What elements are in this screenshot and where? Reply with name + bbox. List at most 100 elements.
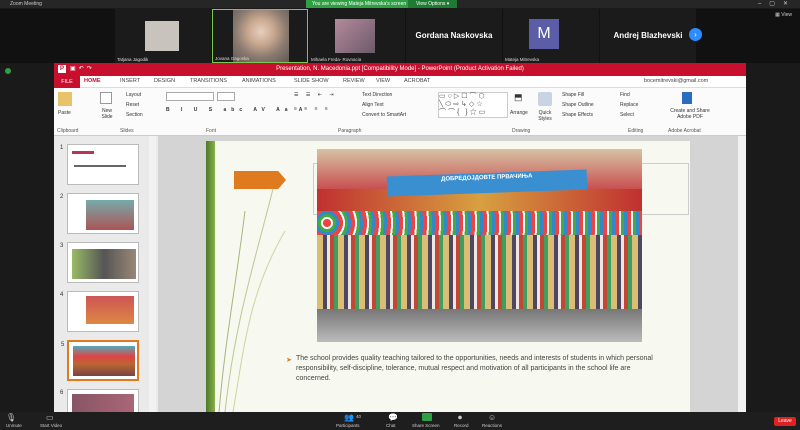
tab-animations[interactable]: ANIMATIONS: [242, 78, 276, 84]
next-page-icon[interactable]: ›: [689, 28, 702, 41]
slide-number: 1: [60, 145, 64, 151]
participants-icon: 👥: [344, 413, 354, 422]
record-button[interactable]: Record: [454, 423, 469, 428]
thumb-image: [72, 249, 136, 279]
slide-number: 2: [60, 194, 64, 200]
paste-button[interactable]: Paste: [58, 110, 71, 116]
tab-file[interactable]: FILE: [54, 76, 80, 88]
slide-thumbnail[interactable]: 4: [60, 291, 139, 332]
reactions-button[interactable]: Reactions: [482, 423, 502, 428]
participant-tile-active[interactable]: Jovana Gagoska: [212, 9, 308, 63]
powerpoint-logo-icon: P: [58, 65, 66, 73]
tab-slide-show[interactable]: SLIDE SHOW: [294, 78, 329, 84]
thumbnail-scrollbar[interactable]: [149, 136, 156, 412]
participant-tile[interactable]: Tatjana Jagodik: [115, 9, 211, 63]
powerpoint-window: Presentation, N. Macedonia.ppt [Compatib…: [54, 63, 746, 413]
slide-thumbnail[interactable]: 1: [60, 144, 139, 185]
zoom-toolbar: 🎙 Unmute ▭ Start Video 👥 40 Participants…: [0, 412, 800, 430]
slide-number: 3: [60, 243, 64, 249]
group-adobe-acrobat: Adobe Acrobat: [668, 128, 701, 134]
find-button[interactable]: Find: [620, 92, 630, 98]
ribbon-tabs: FILE HOME INSERT DESIGN TRANSITIONS ANIM…: [54, 76, 746, 88]
participant-video: [335, 19, 375, 53]
participant-name: Tatjana Jagodik: [117, 57, 149, 62]
share-screen-button[interactable]: Share Screen: [412, 423, 440, 428]
leave-button[interactable]: Leave: [774, 417, 796, 426]
group-drawing: Drawing: [512, 128, 531, 134]
arrange-button[interactable]: Arrange: [510, 110, 528, 116]
shape-outline-button[interactable]: Shape Outline: [562, 102, 594, 108]
text-direction-button[interactable]: Text Direction: [362, 92, 392, 98]
shape-fill-button[interactable]: Shape Fill: [562, 92, 584, 98]
ribbon: Paste Clipboard New Slide Layout Reset S…: [54, 88, 746, 136]
participant-tile[interactable]: Andrej Blazhevski: [600, 9, 696, 63]
reset-button[interactable]: Reset: [126, 102, 139, 108]
tab-view[interactable]: VIEW: [376, 78, 390, 84]
participant-video: [145, 21, 179, 51]
align-text-button[interactable]: Align Text: [362, 102, 384, 108]
window-controls[interactable]: –▢✕: [758, 0, 796, 7]
participant-tile[interactable]: M Mateja Mitrevska: [503, 9, 599, 63]
ppt-title: Presentation, N. Macedonia.ppt [Compatib…: [276, 66, 524, 72]
share-banner: You are viewing Mateja Mitrevska's scree…: [306, 0, 413, 8]
slide-thumbnail[interactable]: 2: [60, 193, 139, 234]
thumb-content: [74, 165, 126, 167]
create-share-pdf-button[interactable]: Create and Share Adobe PDF: [666, 108, 714, 120]
slide-number: 5: [61, 342, 65, 348]
quick-access-toolbar[interactable]: ▣↶↷: [70, 65, 95, 72]
participant-name: Mihaela Freda- Rovnacia: [311, 57, 362, 62]
thumb-image: [86, 200, 134, 230]
new-slide-icon: [100, 92, 112, 104]
bullets-icon[interactable]: ☰ ☰ ⇤ ⇥: [294, 92, 337, 98]
participants-button[interactable]: Participants: [336, 423, 360, 428]
quick-styles-button[interactable]: Quick Styles: [534, 110, 556, 122]
tab-insert[interactable]: INSERT: [120, 78, 140, 84]
user-account[interactable]: bocemitrevski@gmail.com: [644, 78, 708, 84]
view-options-button[interactable]: View Options ▾: [408, 0, 458, 8]
font-format-buttons[interactable]: B I U S abc AV Aa A: [166, 107, 307, 113]
font-family-select[interactable]: [166, 92, 214, 101]
reactions-icon: ☺: [488, 413, 497, 422]
align-icon[interactable]: ≡ ≡ ≡ ≡: [294, 106, 331, 112]
chat-icon: 💬: [388, 413, 398, 422]
chat-button[interactable]: Chat: [386, 423, 396, 428]
photo-balloons: [317, 211, 642, 235]
tab-transitions[interactable]: TRANSITIONS: [190, 78, 227, 84]
replace-button[interactable]: Replace: [620, 102, 638, 108]
shapes-gallery[interactable]: ▭○▷☐⌒⬡ ╲⬭⇨↳◇☆ ⌒⌒{ }☆▭: [438, 92, 508, 118]
start-video-button[interactable]: Start Video: [40, 423, 62, 428]
tab-design[interactable]: DESIGN: [154, 78, 175, 84]
participant-gallery: Tatjana Jagodik Jovana Gagoska Mihaela F…: [0, 9, 800, 63]
font-size-select[interactable]: [217, 92, 235, 101]
paste-icon: [58, 92, 72, 106]
participant-tile[interactable]: Gordana Naskovska: [406, 9, 502, 63]
convert-smartart-button[interactable]: Convert to SmartArt: [362, 112, 406, 118]
section-button[interactable]: Section: [126, 112, 143, 118]
slide-number: 6: [60, 390, 64, 396]
slide-thumbnails: 1 2 3 4 5 6: [54, 136, 158, 413]
group-paragraph: Paragraph: [338, 128, 362, 134]
view-button[interactable]: ▦ View: [775, 12, 792, 18]
tab-acrobat[interactable]: ACROBAT: [404, 78, 430, 84]
slide-bullet-text[interactable]: The school provides quality teaching tai…: [296, 354, 656, 384]
school-event-photo[interactable]: ДОБРЕДОЈДОВТЕ ПРВАЧИЊА: [317, 149, 642, 342]
unmute-button[interactable]: Unmute: [6, 423, 22, 428]
new-slide-button[interactable]: New Slide: [100, 108, 114, 120]
participant-tile[interactable]: Mihaela Freda- Rovnacia: [309, 9, 405, 63]
shield-icon: [5, 68, 11, 74]
shape-effects-button[interactable]: Shape Effects: [562, 112, 593, 118]
select-button[interactable]: Select: [620, 112, 634, 118]
window-title: Zoom Meeting: [10, 1, 42, 7]
quick-styles-icon: [538, 92, 552, 106]
layout-button[interactable]: Layout: [126, 92, 141, 98]
slide-thumbnail[interactable]: 3: [60, 242, 139, 283]
group-clipboard: Clipboard: [57, 128, 79, 134]
slide-thumbnail-selected[interactable]: 5: [61, 340, 139, 381]
slide-scrollbar[interactable]: [738, 136, 746, 412]
tab-home[interactable]: HOME: [84, 78, 101, 84]
thumb-content: [72, 151, 94, 154]
arrange-icon: ⬒: [514, 92, 523, 102]
slide-thumbnail[interactable]: 6: [60, 389, 139, 413]
tab-review[interactable]: REVIEW: [343, 78, 365, 84]
avatar: M: [529, 19, 559, 49]
